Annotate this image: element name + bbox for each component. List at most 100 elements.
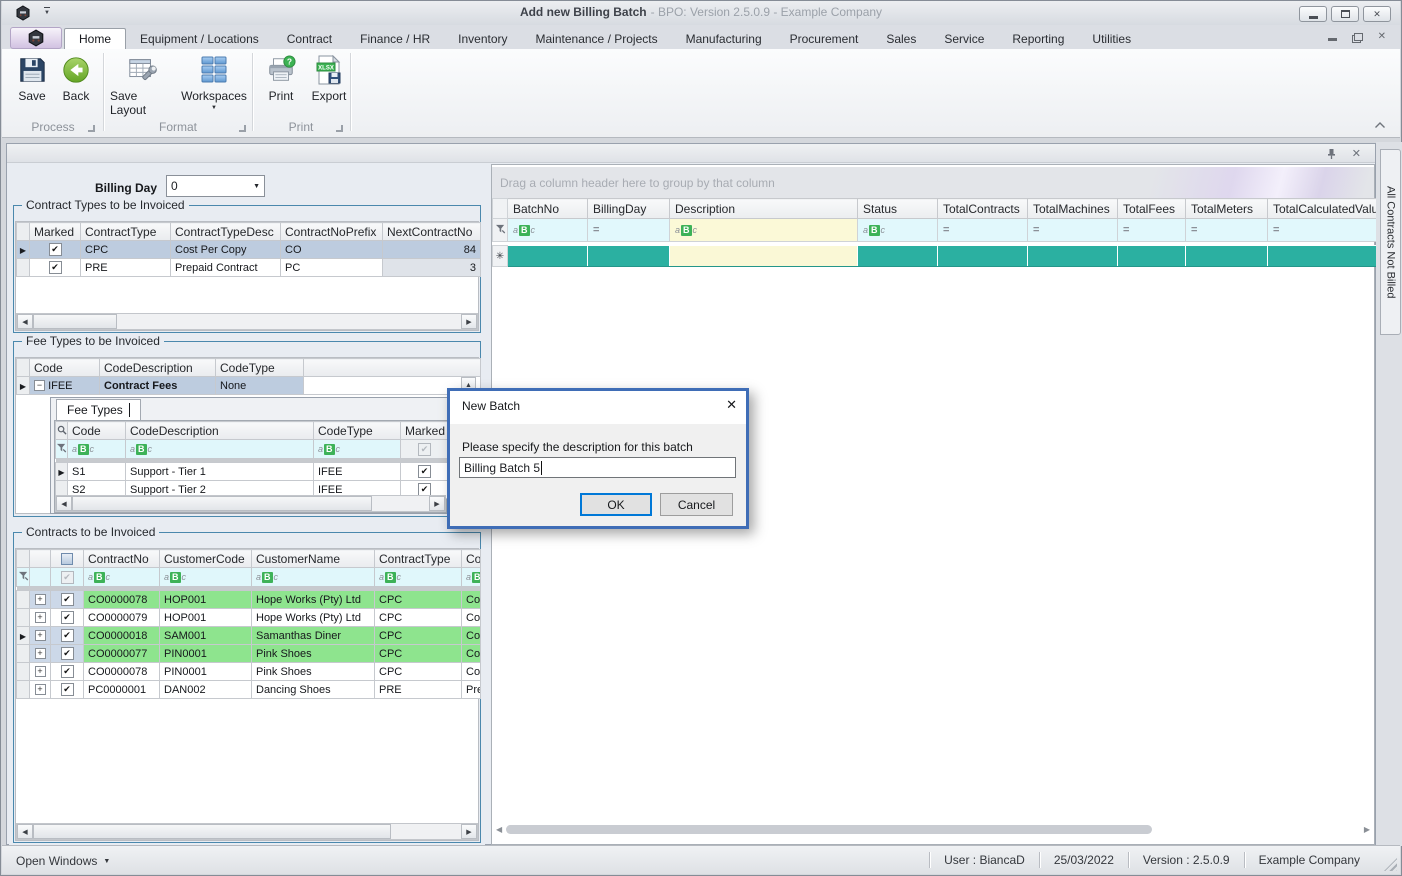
- window-close-button[interactable]: ✕: [1363, 6, 1391, 22]
- cell-marked[interactable]: ✔: [50, 680, 84, 699]
- column-header-contracttype[interactable]: ContractType: [374, 549, 462, 568]
- scrollbar-thumb[interactable]: [506, 824, 1153, 834]
- column-header-contractno[interactable]: ContractNo: [83, 549, 160, 568]
- cell[interactable]: Support - Tier 1: [125, 462, 314, 481]
- open-windows-button[interactable]: Open Windows ▼: [16, 854, 110, 868]
- cell-expand[interactable]: +: [29, 590, 51, 609]
- column-header-expand[interactable]: [29, 549, 51, 568]
- expand-icon[interactable]: +: [34, 630, 46, 642]
- cell[interactable]: CPC: [374, 644, 462, 663]
- cell-expand[interactable]: +: [29, 608, 51, 627]
- batch-description-input[interactable]: Billing Batch 5: [459, 457, 736, 478]
- panel-close-icon[interactable]: ✕: [1352, 147, 1361, 160]
- window-minimize-button[interactable]: [1299, 6, 1327, 22]
- checkbox-checked-icon[interactable]: ✔: [48, 261, 62, 274]
- column-header-select-all[interactable]: [50, 549, 84, 568]
- filter-cell[interactable]: aBc: [159, 567, 252, 587]
- new-row-cell[interactable]: [587, 245, 670, 267]
- new-row-cell[interactable]: [1027, 245, 1118, 267]
- dialog-close-icon[interactable]: ✕: [726, 397, 737, 413]
- group-by-area[interactable]: Drag a column header here to group by th…: [492, 167, 1374, 198]
- cell[interactable]: CO0000018: [83, 626, 160, 645]
- column-header-totalcalculatedvalue[interactable]: TotalCalculatedValue: [1267, 198, 1377, 219]
- cell[interactable]: Cost: [461, 590, 481, 609]
- expand-icon[interactable]: +: [34, 594, 46, 606]
- mdi-restore-icon[interactable]: [1353, 33, 1363, 41]
- workspaces-button[interactable]: Workspaces ▼: [180, 55, 248, 111]
- cell-expand[interactable]: +: [29, 680, 51, 699]
- new-row-cell[interactable]: [937, 245, 1028, 267]
- checkbox-checked-icon[interactable]: ✔: [60, 593, 74, 606]
- column-header-totalmachines[interactable]: TotalMachines: [1027, 198, 1118, 219]
- cell[interactable]: None: [215, 376, 304, 395]
- cell[interactable]: IFEE: [313, 462, 401, 481]
- cell-code[interactable]: − IFEE: [29, 376, 100, 395]
- column-header-marked[interactable]: Marked: [29, 222, 81, 241]
- column-header[interactable]: [492, 198, 508, 219]
- scroll-left-icon[interactable]: ◀: [56, 496, 72, 511]
- filter-cell[interactable]: =: [587, 218, 670, 242]
- collapse-icon[interactable]: −: [34, 380, 45, 392]
- back-button[interactable]: Back: [56, 55, 96, 103]
- ribbon-collapse-icon[interactable]: [1374, 118, 1386, 132]
- filter-cell[interactable]: ✔: [400, 439, 449, 459]
- filter-cell[interactable]: aBc: [507, 218, 588, 242]
- cell[interactable]: CPC: [374, 662, 462, 681]
- filter-row-indicator[interactable]: [492, 218, 508, 242]
- checkbox-checked-icon[interactable]: ✔: [60, 665, 74, 678]
- tab-procurement[interactable]: Procurement: [776, 28, 873, 49]
- cell[interactable]: Pink Shoes: [251, 644, 375, 663]
- checkbox-checked-icon[interactable]: ✔: [60, 647, 74, 660]
- cell[interactable]: Cost: [461, 608, 481, 627]
- new-row-cell[interactable]: [1185, 245, 1268, 267]
- cell-marked[interactable]: ✔: [50, 662, 84, 681]
- cell[interactable]: CPC: [374, 626, 462, 645]
- cell[interactable]: Contract Fees: [99, 376, 216, 395]
- scrollbar-thumb[interactable]: [33, 824, 391, 839]
- cancel-button[interactable]: Cancel: [660, 493, 733, 516]
- cell[interactable]: Samanthas Diner: [251, 626, 375, 645]
- pin-icon[interactable]: [1326, 148, 1337, 163]
- cell[interactable]: PC: [280, 258, 383, 277]
- scroll-right-icon[interactable]: ▶: [429, 496, 445, 511]
- checkbox-checked-icon[interactable]: ✔: [60, 683, 74, 696]
- filter-row-indicator[interactable]: [16, 567, 30, 587]
- cell-marked[interactable]: ✔: [400, 462, 449, 481]
- column-header[interactable]: [16, 222, 30, 241]
- scroll-left-icon[interactable]: ◀: [17, 824, 33, 839]
- export-button[interactable]: XLSX Export: [306, 55, 352, 103]
- cell[interactable]: Cost: [461, 662, 481, 681]
- expand-icon[interactable]: +: [34, 684, 46, 696]
- tab-home[interactable]: Home: [64, 28, 127, 49]
- cell-expand[interactable]: +: [29, 662, 51, 681]
- cell[interactable]: Cost: [461, 644, 481, 663]
- cell-expand[interactable]: +: [29, 644, 51, 663]
- column-header-status[interactable]: Status: [857, 198, 938, 219]
- cell-marked[interactable]: ✔: [29, 258, 81, 277]
- filter-cell[interactable]: =: [1267, 218, 1377, 242]
- save-layout-button[interactable]: Save Layout: [110, 55, 174, 117]
- column-header-codedescription[interactable]: CodeDescription: [125, 421, 314, 440]
- tab-contract[interactable]: Contract: [273, 28, 346, 49]
- checkbox-checked-icon[interactable]: ✔: [48, 243, 62, 256]
- filter-cell[interactable]: =: [1117, 218, 1186, 242]
- tab-sales[interactable]: Sales: [872, 28, 930, 49]
- scroll-left-icon[interactable]: ◀: [496, 825, 502, 834]
- horizontal-scrollbar[interactable]: ◀ ▶: [16, 823, 478, 840]
- cell[interactable]: PRE: [80, 258, 171, 277]
- horizontal-scrollbar[interactable]: ◀ ▶: [16, 313, 478, 330]
- expand-icon[interactable]: +: [34, 612, 46, 624]
- cell[interactable]: Prep: [461, 680, 481, 699]
- print-dialog-launcher-icon[interactable]: [336, 125, 343, 132]
- cell[interactable]: DAN002: [159, 680, 252, 699]
- new-row-cell-description[interactable]: [669, 245, 858, 267]
- column-header-billingday[interactable]: BillingDay: [587, 198, 670, 219]
- cell[interactable]: Hope Works (Pty) Ltd: [251, 590, 375, 609]
- column-header-contracttypedesc[interactable]: Con: [461, 549, 481, 568]
- expand-icon[interactable]: +: [34, 648, 46, 660]
- tab-manufacturing[interactable]: Manufacturing: [672, 28, 776, 49]
- cell[interactable]: Dancing Shoes: [251, 680, 375, 699]
- filter-cell[interactable]: aBc: [83, 567, 160, 587]
- cell[interactable]: CO: [280, 240, 383, 259]
- filter-cell[interactable]: aBc: [857, 218, 938, 242]
